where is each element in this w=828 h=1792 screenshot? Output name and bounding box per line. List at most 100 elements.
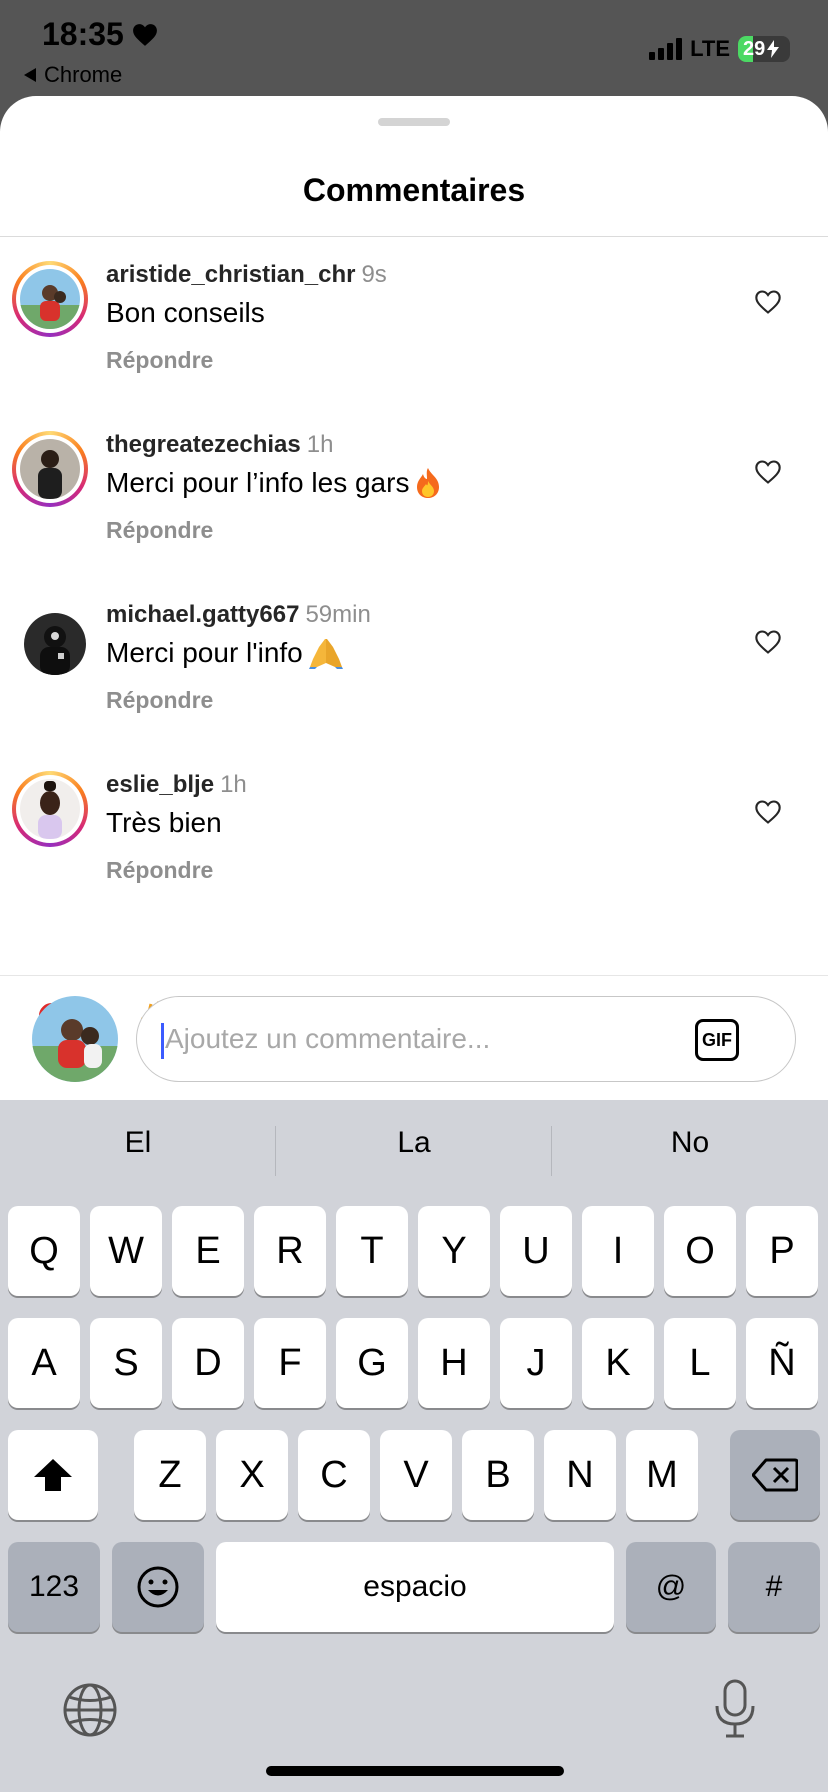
- comment-item: michael.gatty667 59min Merci pour l'info …: [0, 577, 828, 747]
- key-w[interactable]: W: [90, 1206, 162, 1296]
- back-to-app-link[interactable]: Chrome: [24, 62, 122, 88]
- heart-icon: [132, 23, 157, 46]
- key-o[interactable]: O: [664, 1206, 736, 1296]
- sheet-grabber[interactable]: [378, 118, 450, 126]
- comment-username[interactable]: michael.gatty667: [106, 601, 299, 628]
- key-y[interactable]: Y: [418, 1206, 490, 1296]
- comment-item: aristide_christian_chr 9s Bon conseils Ré…: [0, 237, 828, 407]
- comment-username[interactable]: eslie_blje: [106, 771, 214, 798]
- comment-header: eslie_blje 1h: [106, 771, 247, 799]
- key-j[interactable]: J: [500, 1318, 572, 1408]
- comment-time: 9s: [361, 261, 387, 288]
- reply-button[interactable]: Répondre: [106, 517, 213, 544]
- shift-key[interactable]: [8, 1430, 98, 1520]
- keyboard: El La No Q W E R T Y U I O P A S D F G H…: [0, 1100, 828, 1792]
- smiley-icon: [137, 1566, 179, 1608]
- like-heart-icon[interactable]: [754, 289, 782, 315]
- reply-button[interactable]: Répondre: [106, 857, 213, 884]
- avatar-image: [20, 439, 80, 499]
- key-a[interactable]: A: [8, 1318, 80, 1408]
- comment-item: eslie_blje 1h Très bien Répondre: [0, 747, 828, 917]
- avatar-image: [20, 269, 80, 329]
- battery-icon: 29: [738, 36, 790, 62]
- key-z[interactable]: Z: [134, 1430, 206, 1520]
- comment-time: 59min: [305, 601, 371, 628]
- status-time: 18:35: [42, 16, 158, 53]
- hash-key[interactable]: #: [728, 1542, 820, 1632]
- comment-item: thegreatezechias 1h Merci pour l’info les…: [0, 407, 828, 577]
- comments-list[interactable]: aristide_christian_chr 9s Bon conseils Ré…: [0, 237, 828, 975]
- comments-sheet: Commentaires aristide_christian_chr 9s B…: [0, 96, 828, 1100]
- comment-time: 1h: [220, 771, 247, 798]
- key-r[interactable]: R: [254, 1206, 326, 1296]
- suggestion-item[interactable]: No: [552, 1126, 828, 1160]
- key-u[interactable]: U: [500, 1206, 572, 1296]
- at-key[interactable]: @: [626, 1542, 716, 1632]
- cellular-signal-icon: [649, 38, 683, 60]
- avatar[interactable]: [12, 771, 88, 847]
- key-x[interactable]: X: [216, 1430, 288, 1520]
- numbers-key[interactable]: 123: [8, 1542, 100, 1632]
- key-n[interactable]: N: [544, 1430, 616, 1520]
- comment-time: 1h: [306, 431, 334, 458]
- suggestion-item[interactable]: La: [276, 1126, 552, 1160]
- comment-text: Très bien: [106, 807, 222, 838]
- key-v[interactable]: V: [380, 1430, 452, 1520]
- key-m[interactable]: M: [626, 1430, 698, 1520]
- key-c[interactable]: C: [298, 1430, 370, 1520]
- key-d[interactable]: D: [172, 1318, 244, 1408]
- back-app-label: Chrome: [44, 62, 123, 87]
- reply-button[interactable]: Répondre: [106, 347, 213, 374]
- emoji-keyboard-key[interactable]: [112, 1542, 204, 1632]
- reply-button[interactable]: Répondre: [106, 687, 213, 714]
- comment-header: aristide_christian_chr 9s: [106, 261, 387, 289]
- comment-text: Merci pour l'info: [106, 637, 345, 669]
- battery-percent: 29: [743, 37, 766, 60]
- home-indicator[interactable]: [266, 1766, 564, 1776]
- comment-input[interactable]: Ajoutez un commentaire... GIF: [136, 996, 796, 1082]
- key-p[interactable]: P: [746, 1206, 818, 1296]
- like-heart-icon[interactable]: [754, 459, 782, 485]
- comment-username[interactable]: thegreatezechias: [106, 431, 301, 458]
- avatar[interactable]: [24, 613, 86, 675]
- shift-arrow-icon: [34, 1459, 72, 1491]
- avatar[interactable]: [12, 431, 88, 507]
- status-indicators: LTE 29: [649, 36, 790, 62]
- comment-text: Bon conseils: [106, 297, 265, 328]
- suggestion-item[interactable]: El: [0, 1126, 276, 1160]
- charging-bolt-icon: [767, 40, 780, 58]
- gif-button[interactable]: GIF: [695, 1019, 739, 1061]
- microphone-icon[interactable]: [712, 1678, 758, 1740]
- key-b[interactable]: B: [462, 1430, 534, 1520]
- network-type: LTE: [690, 36, 730, 61]
- text-caret: [161, 1023, 164, 1059]
- key-h[interactable]: H: [418, 1318, 490, 1408]
- comment-input-placeholder: Ajoutez un commentaire...: [165, 1023, 491, 1054]
- key-g[interactable]: G: [336, 1318, 408, 1408]
- comment-header: thegreatezechias 1h: [106, 431, 333, 459]
- backspace-icon: [752, 1458, 798, 1492]
- space-key[interactable]: espacio: [216, 1542, 614, 1632]
- key-s[interactable]: S: [90, 1318, 162, 1408]
- delete-key[interactable]: [730, 1430, 820, 1520]
- my-avatar: [32, 996, 118, 1082]
- key-l[interactable]: L: [664, 1318, 736, 1408]
- globe-icon[interactable]: [62, 1682, 118, 1738]
- folded-hands-emoji: [308, 639, 343, 669]
- like-heart-icon[interactable]: [754, 799, 782, 825]
- page-title: Commentaires: [302, 172, 526, 208]
- status-bar: 18:35 Chrome LTE 29: [0, 0, 828, 96]
- fire-emoji: [417, 468, 440, 498]
- status-time-text: 18:35: [42, 16, 124, 52]
- key-f[interactable]: F: [254, 1318, 326, 1408]
- key-t[interactable]: T: [336, 1206, 408, 1296]
- comment-username[interactable]: aristide_christian_chr: [106, 261, 355, 288]
- key-n-tilde[interactable]: Ñ: [746, 1318, 818, 1408]
- key-e[interactable]: E: [172, 1206, 244, 1296]
- like-heart-icon[interactable]: [754, 629, 782, 655]
- predictive-text-bar: El La No: [0, 1100, 828, 1200]
- key-q[interactable]: Q: [8, 1206, 80, 1296]
- key-i[interactable]: I: [582, 1206, 654, 1296]
- key-k[interactable]: K: [582, 1318, 654, 1408]
- avatar[interactable]: [12, 261, 88, 337]
